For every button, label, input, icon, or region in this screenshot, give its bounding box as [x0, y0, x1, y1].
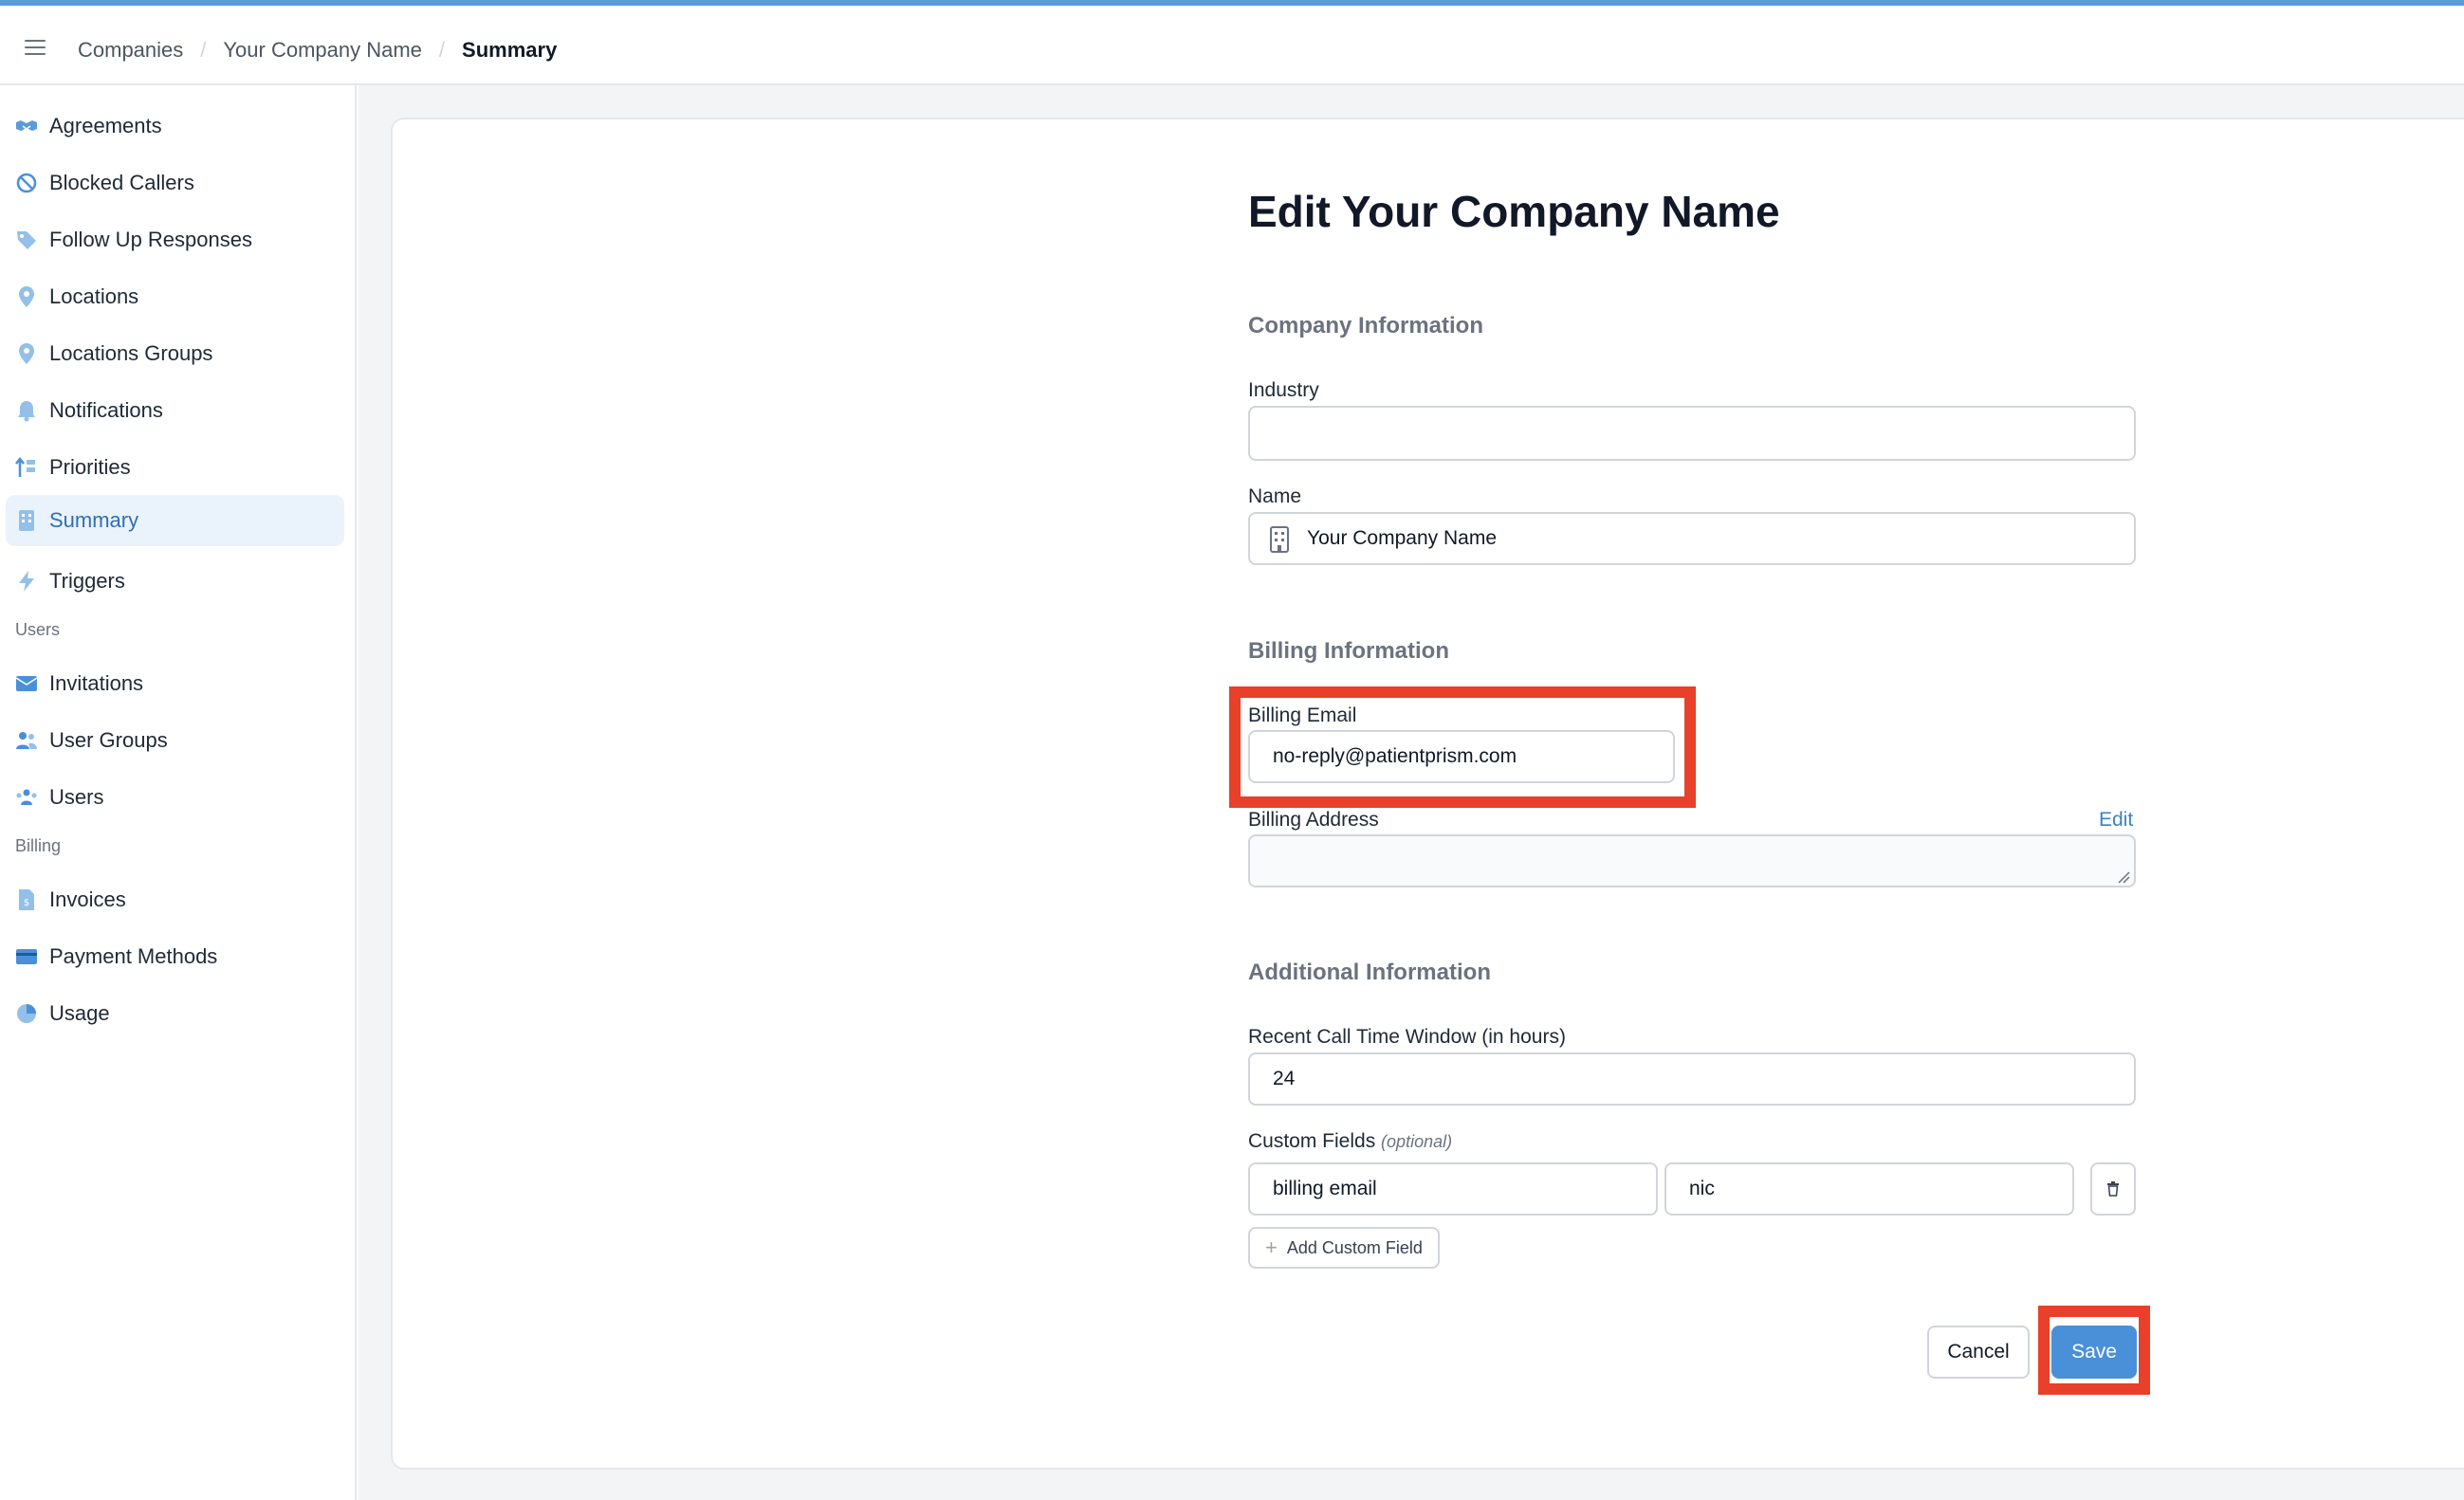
top-bar: Companies / Your Company Name / Summary: [0, 6, 2464, 85]
add-custom-field-label: Add Custom Field: [1286, 1237, 1423, 1257]
sidebar-item-label: User Groups: [49, 728, 168, 752]
sidebar-item-priorities[interactable]: Priorities: [6, 442, 344, 493]
envelope-icon: [15, 672, 38, 695]
building-icon: [15, 509, 38, 532]
user-group-icon: [15, 729, 38, 752]
add-custom-field-button[interactable]: + Add Custom Field: [1248, 1227, 1440, 1269]
sidebar-item-label: Follow Up Responses: [49, 228, 252, 251]
additional-information-heading: Additional Information: [1248, 960, 1491, 985]
billing-address-edit-link[interactable]: Edit: [2099, 809, 2133, 832]
recent-call-window-input[interactable]: [1248, 1052, 2136, 1106]
sidebar-item-label: Usage: [49, 1001, 110, 1025]
name-input[interactable]: [1248, 512, 2136, 565]
billing-email-input[interactable]: [1248, 730, 1675, 783]
ban-icon: [15, 172, 38, 194]
breadcrumb: Companies / Your Company Name / Summary: [78, 38, 557, 63]
sidebar-item-label: Invoices: [49, 887, 126, 911]
sidebar-item-invitations[interactable]: Invitations: [6, 658, 344, 709]
name-label: Name: [1248, 485, 1302, 507]
map-pin-icon: [15, 342, 38, 365]
sidebar-item-triggers[interactable]: Triggers: [6, 556, 344, 607]
breadcrumb-companies[interactable]: Companies: [78, 38, 183, 63]
trash-icon: [2107, 1181, 2119, 1197]
handshake-icon: [15, 115, 38, 137]
tag-icon: [15, 229, 38, 251]
sidebar-item-label: Notifications: [49, 398, 163, 422]
sidebar-item-agreements[interactable]: Agreements: [6, 101, 344, 152]
sidebar-item-label: Blocked Callers: [49, 171, 194, 194]
custom-fields-label: Custom Fields (optional): [1248, 1130, 1452, 1153]
sidebar-item-notifications[interactable]: Notifications: [6, 385, 344, 436]
breadcrumb-separator: /: [438, 38, 446, 62]
recent-call-window-label: Recent Call Time Window (in hours): [1248, 1026, 1566, 1048]
sidebar-item-users[interactable]: Users: [6, 772, 344, 823]
bell-icon: [15, 399, 38, 422]
breadcrumb-summary: Summary: [462, 38, 558, 62]
sidebar-item-label: Triggers: [49, 569, 125, 593]
sidebar-item-invoices[interactable]: $ Invoices: [6, 874, 344, 925]
users-icon: [15, 786, 38, 809]
sidebar-item-label: Agreements: [49, 114, 162, 137]
hamburger-menu-icon[interactable]: [25, 40, 46, 55]
building-icon: [1270, 526, 1289, 553]
save-button[interactable]: Save: [2051, 1326, 2137, 1379]
billing-address-label: Billing Address: [1248, 809, 1379, 831]
industry-input[interactable]: [1248, 406, 2136, 461]
lightning-icon: [15, 570, 38, 593]
sidebar-item-payment-methods[interactable]: Payment Methods: [6, 931, 344, 982]
delete-custom-field-button[interactable]: [2090, 1162, 2136, 1216]
breadcrumb-company[interactable]: Your Company Name: [223, 38, 422, 63]
custom-fields-label-text: Custom Fields: [1248, 1130, 1376, 1152]
sidebar-item-blocked-callers[interactable]: Blocked Callers: [6, 157, 344, 209]
sidebar-item-label: Priorities: [49, 455, 131, 479]
billing-address-textarea[interactable]: [1248, 834, 2136, 887]
map-pin-icon: [15, 285, 38, 308]
sidebar-item-user-groups[interactable]: User Groups: [6, 715, 344, 766]
pie-chart-icon: [15, 1002, 38, 1025]
sidebar-item-label: Locations: [49, 284, 139, 308]
breadcrumb-separator: /: [200, 38, 207, 62]
sidebar-item-label: Invitations: [49, 671, 144, 695]
company-information-heading: Company Information: [1248, 313, 1484, 338]
sidebar-item-usage[interactable]: Usage: [6, 988, 344, 1039]
sidebar-item-label: Summary: [49, 508, 139, 532]
svg-text:$: $: [24, 898, 29, 908]
sidebar-section-users: Users: [15, 620, 61, 639]
billing-email-label: Billing Email: [1248, 704, 1357, 726]
page-title: Edit Your Company Name: [1248, 187, 1780, 236]
credit-card-icon: [15, 945, 38, 968]
sort-icon: [15, 456, 38, 479]
sidebar-item-summary[interactable]: Summary: [6, 495, 344, 546]
billing-information-heading: Billing Information: [1248, 638, 1449, 664]
invoice-icon: $: [15, 888, 38, 911]
sidebar-item-follow-up-responses[interactable]: Follow Up Responses: [6, 214, 344, 265]
sidebar-item-label: Payment Methods: [49, 944, 218, 968]
plus-icon: +: [1265, 1235, 1278, 1259]
sidebar-item-locations[interactable]: Locations: [6, 271, 344, 322]
industry-label: Industry: [1248, 379, 1319, 401]
sidebar-item-label: Users: [49, 785, 104, 809]
custom-field-key-input[interactable]: [1248, 1162, 1658, 1216]
optional-hint: (optional): [1381, 1132, 1453, 1151]
resize-handle-icon[interactable]: [2117, 870, 2130, 884]
sidebar-item-label: Locations Groups: [49, 341, 213, 365]
sidebar-item-locations-groups[interactable]: Locations Groups: [6, 328, 344, 379]
sidebar: Agreements Blocked Callers Follow Up Res…: [0, 85, 357, 1500]
sidebar-section-billing: Billing: [15, 836, 62, 855]
custom-field-value-input[interactable]: [1664, 1162, 2074, 1216]
cancel-button[interactable]: Cancel: [1927, 1326, 2030, 1379]
